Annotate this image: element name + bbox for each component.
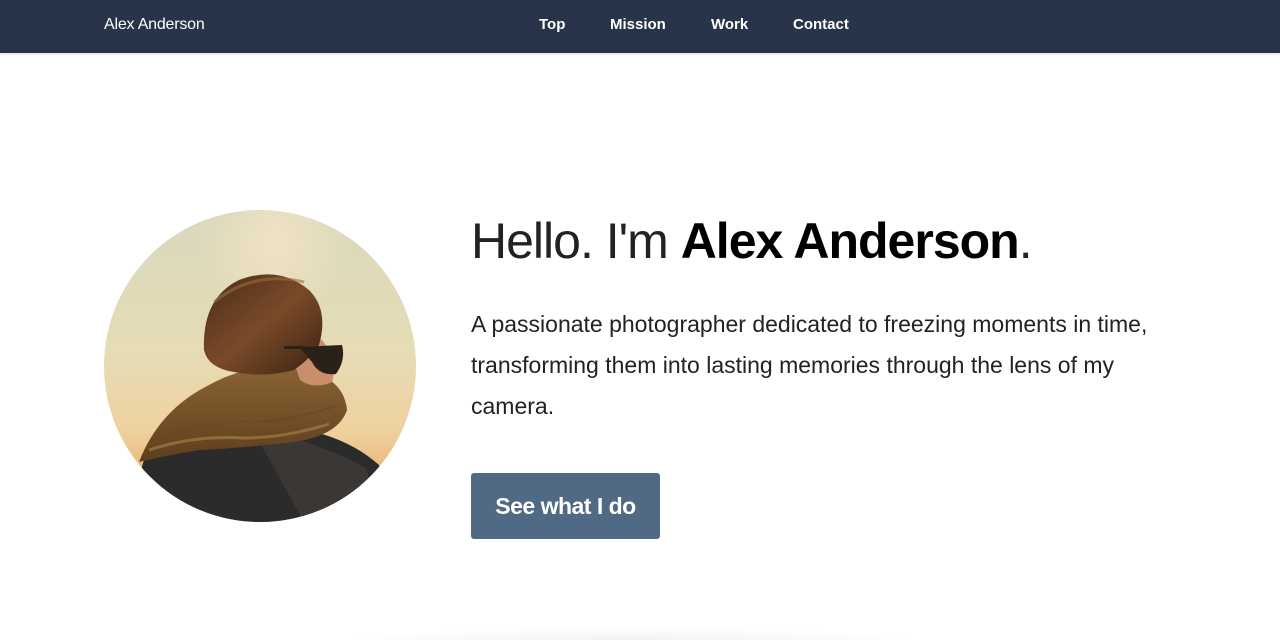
nav-link-top[interactable]: Top xyxy=(539,16,565,33)
hero-greeting: Hello. I'm xyxy=(471,213,681,269)
nav-links: Top Mission Work Contact xyxy=(0,16,1280,38)
section-divider-shadow xyxy=(340,628,920,640)
hero-punctuation: . xyxy=(1018,213,1033,269)
hero-name: Alex Anderson xyxy=(680,213,1020,269)
hero-description: A passionate photographer dedicated to f… xyxy=(471,311,1148,419)
hero-headline: Hello. I'm Alex Anderson. xyxy=(471,212,1033,270)
profile-photo xyxy=(104,210,416,522)
nav-link-work[interactable]: Work xyxy=(711,16,748,33)
nav-link-contact[interactable]: Contact xyxy=(793,16,849,33)
navbar: Alex Anderson Top Mission Work Contact xyxy=(0,0,1280,53)
see-what-i-do-button[interactable]: See what I do xyxy=(471,473,660,539)
nav-link-mission[interactable]: Mission xyxy=(610,16,666,33)
